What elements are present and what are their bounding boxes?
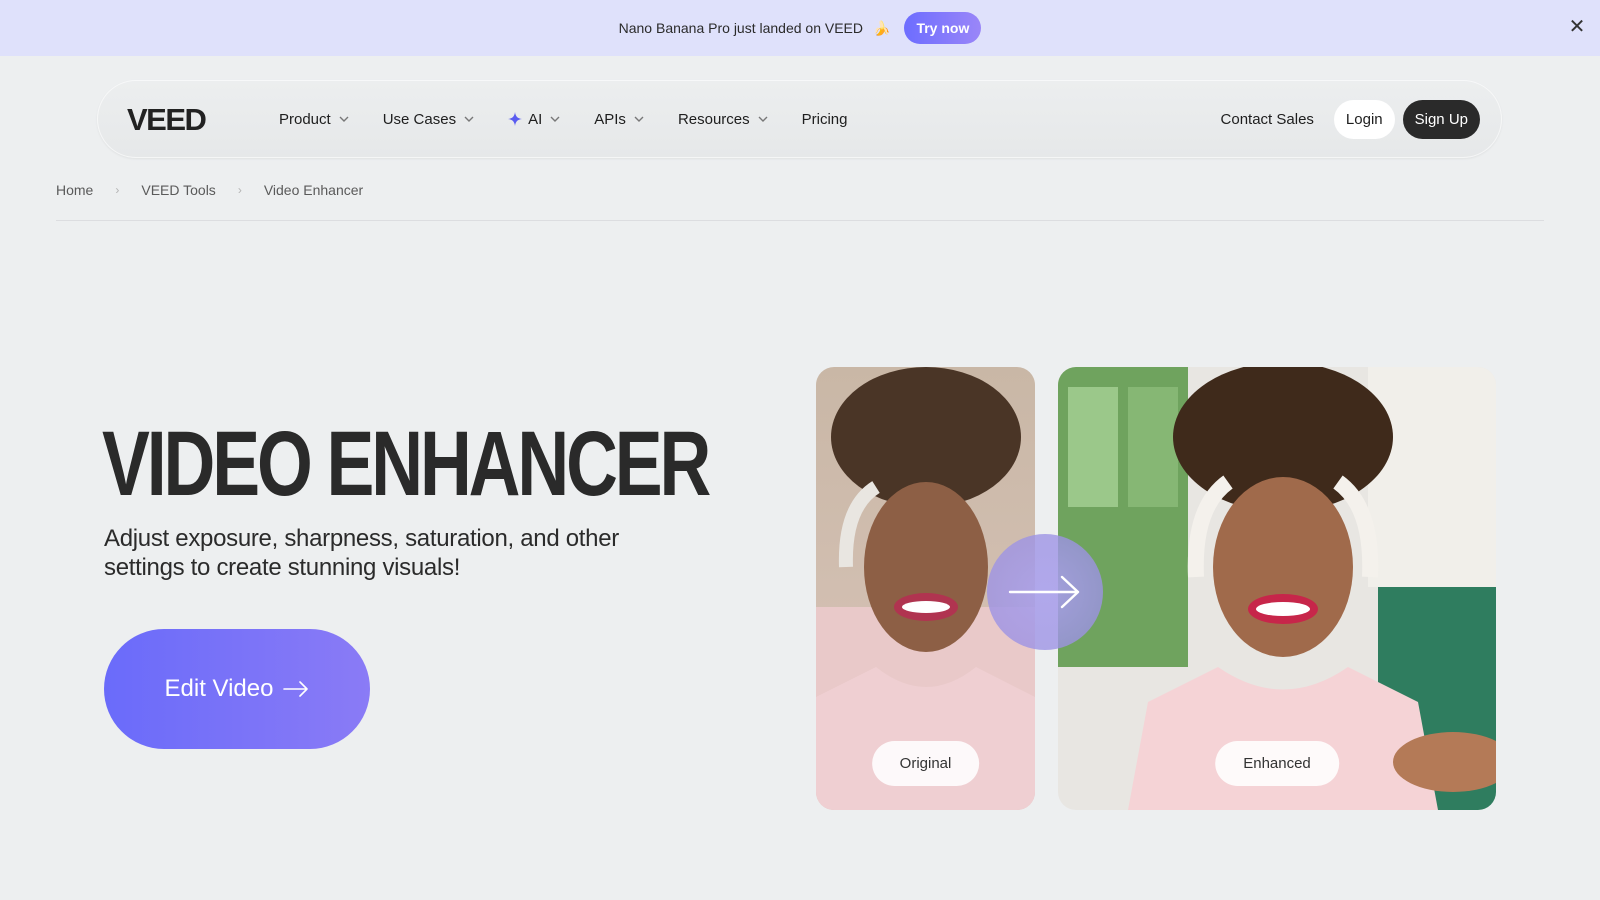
breadcrumb-divider bbox=[56, 220, 1544, 221]
breadcrumb-home[interactable]: Home bbox=[56, 182, 93, 198]
nav-item-label: Pricing bbox=[801, 110, 848, 128]
nav-item-use-cases[interactable]: Use Cases bbox=[383, 111, 474, 128]
enhanced-label: Enhanced bbox=[1215, 741, 1339, 786]
nav-item-label: Use Cases bbox=[382, 110, 457, 128]
breadcrumb-current: Video Enhancer bbox=[263, 182, 364, 198]
veed-logo-mark: VEED bbox=[127, 105, 208, 133]
chevron-down-icon bbox=[550, 116, 560, 122]
nav-item-apis[interactable]: APIs bbox=[594, 111, 644, 128]
chevron-down-icon bbox=[634, 116, 644, 122]
nav-item-pricing[interactable]: Pricing bbox=[802, 111, 848, 128]
main-nav: VEED Product Use Cases AI APIs Resources… bbox=[97, 80, 1502, 158]
page-title: VIDEO ENHANCER bbox=[102, 413, 711, 515]
nav-item-label: APIs bbox=[594, 110, 626, 128]
chevron-down-icon bbox=[464, 116, 474, 122]
arrow-right-icon bbox=[283, 681, 309, 697]
logo-text: VEED bbox=[127, 105, 207, 133]
nav-item-label: Product bbox=[279, 110, 331, 128]
nav-item-ai[interactable]: AI bbox=[508, 111, 560, 128]
banana-icon: 🍌 bbox=[873, 19, 891, 36]
compare-arrow bbox=[987, 534, 1103, 650]
announcement-bar: Nano Banana Pro just landed on VEED 🍌 Tr… bbox=[0, 0, 1600, 56]
chevron-down-icon bbox=[758, 116, 768, 122]
arrow-right-icon bbox=[1008, 575, 1080, 609]
announcement-text: Nano Banana Pro just landed on VEED bbox=[618, 20, 864, 36]
nav-items: Product Use Cases AI APIs Resources Pric… bbox=[279, 111, 882, 128]
enhanced-image: Enhanced bbox=[1058, 367, 1496, 810]
sparkle-icon bbox=[508, 112, 523, 126]
edit-video-label: Edit Video bbox=[164, 675, 274, 702]
original-label: Original bbox=[871, 741, 980, 786]
breadcrumb-veed-tools[interactable]: VEED Tools bbox=[141, 182, 215, 198]
chevron-down-icon bbox=[339, 116, 349, 122]
veed-logo[interactable]: VEED bbox=[127, 105, 243, 133]
nav-item-product[interactable]: Product bbox=[279, 111, 349, 128]
contact-sales-link[interactable]: Contact Sales bbox=[1221, 111, 1314, 128]
nav-item-label: AI bbox=[528, 110, 543, 128]
chevron-right-icon: › bbox=[237, 183, 242, 197]
edit-video-button[interactable]: Edit Video bbox=[104, 629, 370, 749]
nav-item-label: Resources bbox=[677, 110, 750, 128]
breadcrumb: Home › VEED Tools › Video Enhancer bbox=[56, 182, 363, 198]
try-now-button[interactable]: Try now bbox=[904, 12, 982, 44]
signup-button[interactable]: Sign Up bbox=[1402, 99, 1480, 139]
nav-item-resources[interactable]: Resources bbox=[678, 111, 768, 128]
chevron-right-icon: › bbox=[115, 183, 120, 197]
nav-actions: Contact Sales Login Sign Up bbox=[1221, 99, 1480, 139]
login-button[interactable]: Login bbox=[1333, 99, 1395, 139]
close-icon[interactable]: ✕ bbox=[1566, 16, 1588, 38]
hero-subtitle: Adjust exposure, sharpness, saturation, … bbox=[104, 525, 619, 581]
